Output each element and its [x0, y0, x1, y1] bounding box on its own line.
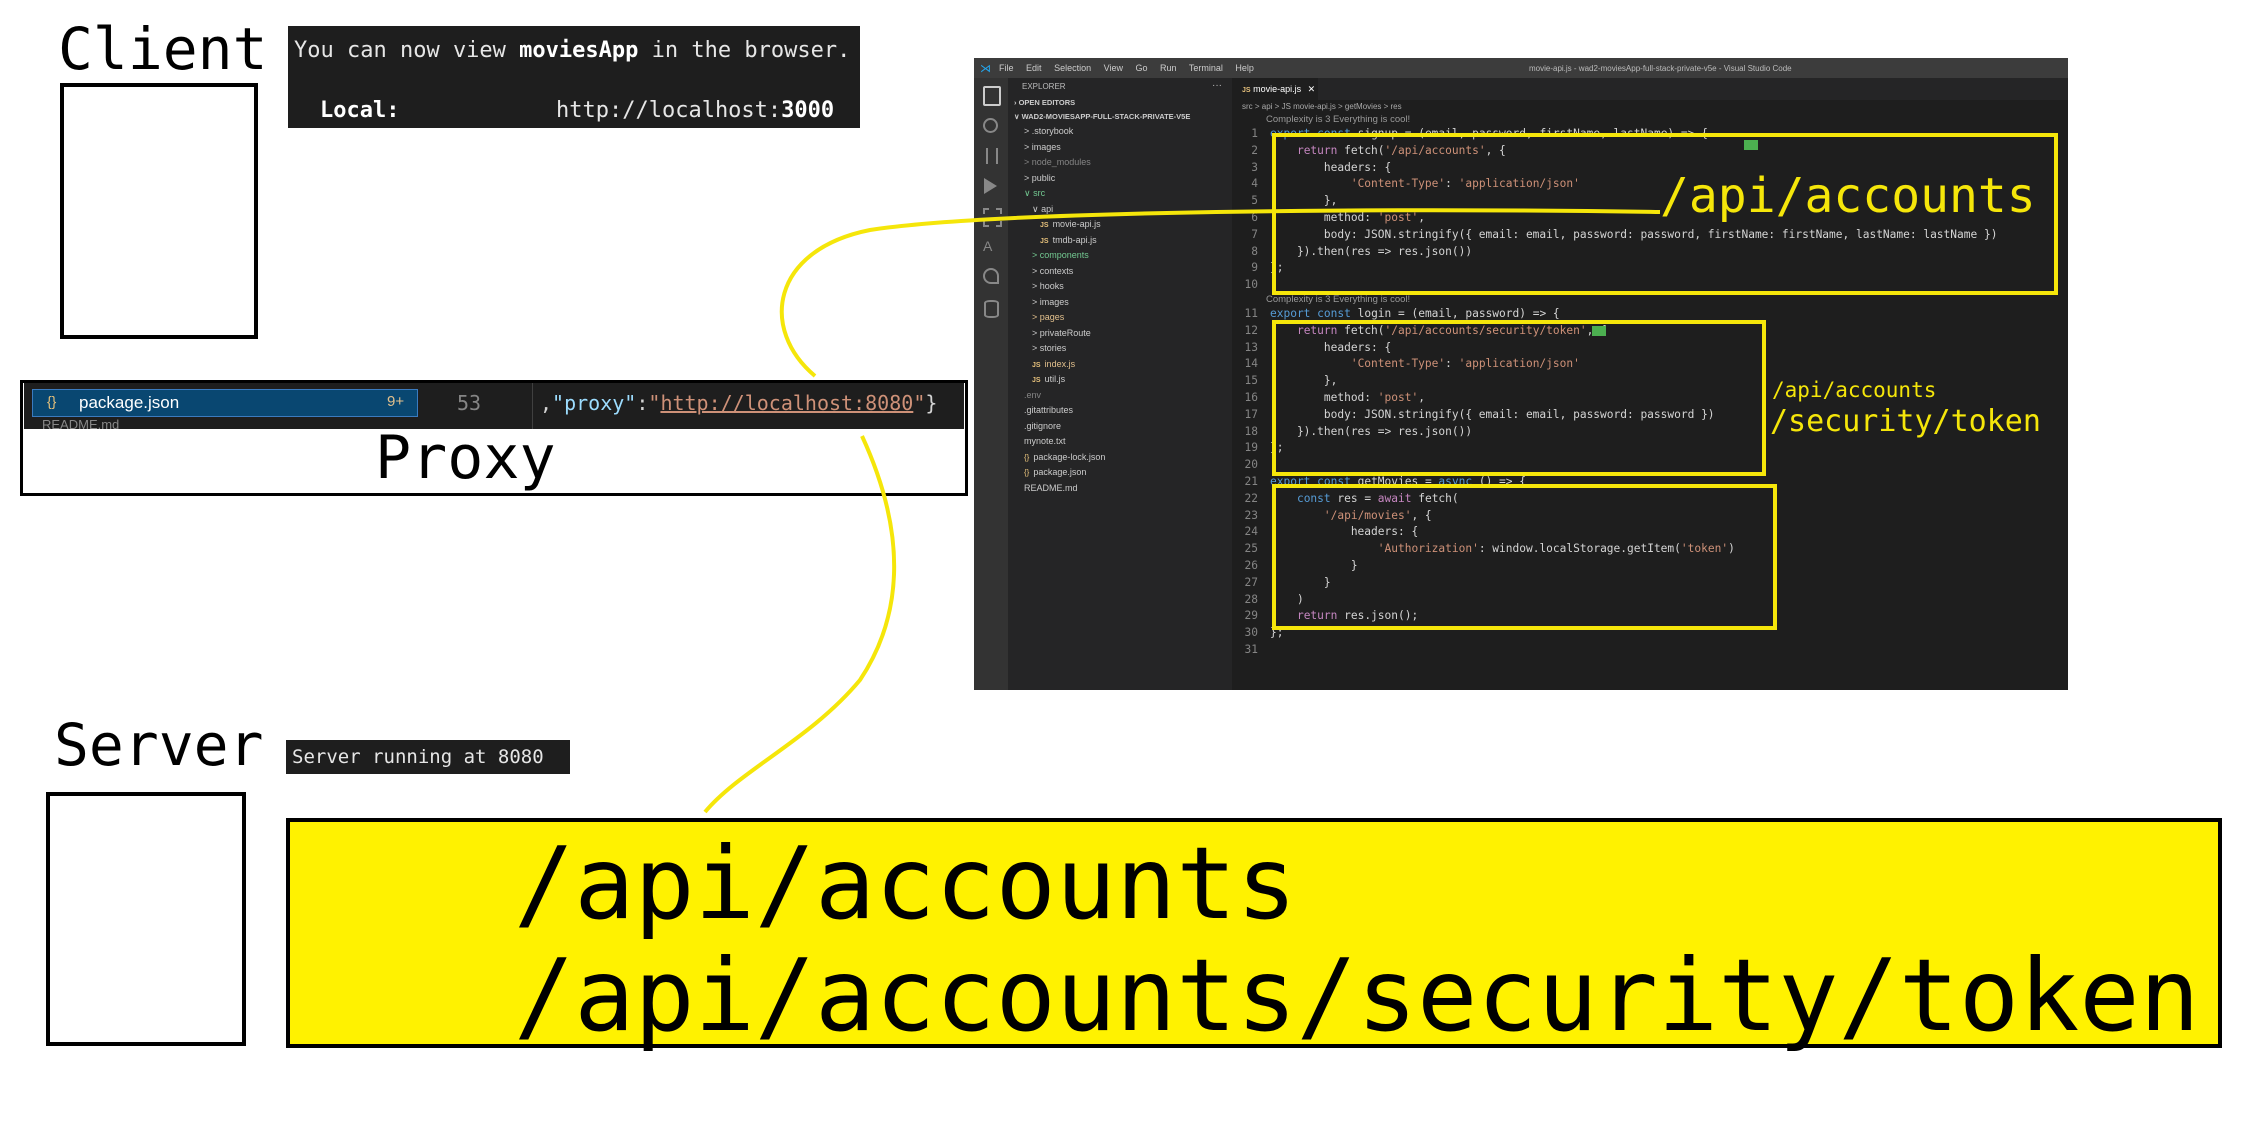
- routes-line-security-token: /api/accounts/security/token: [514, 937, 2200, 1054]
- routes-box: /api/accounts /api/accounts/security/tok…: [286, 818, 2222, 1048]
- proxy-to-server-curve: [703, 435, 897, 814]
- signup-connector-curve: [779, 208, 1661, 378]
- routes-line-accounts: /api/accounts: [514, 825, 1297, 942]
